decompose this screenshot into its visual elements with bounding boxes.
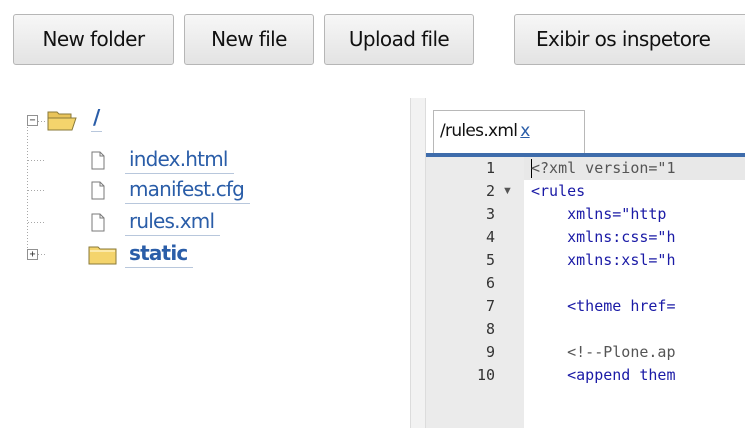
expand-static-plus-icon[interactable]: + [27,249,38,260]
code-text: <?xml version="1 [531,159,676,177]
tree-item-manifest-cfg[interactable]: manifest.cfg [125,177,251,204]
line-number: 5 [485,251,495,269]
new-folder-button[interactable]: New folder [13,14,174,65]
code-line[interactable]: 2 ▼ <rules [426,180,745,203]
code-line[interactable]: 1 <?xml version="1 [426,157,745,180]
line-number: 6 [485,274,495,292]
line-number: 3 [485,205,495,223]
code-line[interactable]: 9 <!--Plone.ap [426,341,745,364]
line-number: 7 [485,297,495,315]
new-file-button[interactable]: New file [184,14,314,65]
code-line[interactable]: 6 [426,272,745,295]
pane-splitter[interactable] [410,98,426,428]
code-text: <theme href= [531,297,676,315]
line-number: 10 [476,366,495,384]
tree-item-static[interactable]: static [125,241,194,268]
code-editor: /rules.xml x 1 <?xml version="1 2 ▼ <rule… [426,98,745,428]
tree-root-label[interactable]: / [91,105,103,132]
line-number: 8 [485,320,495,338]
code-line[interactable]: 3 xmlns="http [426,203,745,226]
collapse-root-minus-icon[interactable]: − [27,115,38,126]
fold-arrow-icon[interactable]: ▼ [502,180,513,203]
code-text: xmlns="http [531,205,667,223]
file-icon [91,213,105,232]
code-text: <!--Plone.ap [531,343,676,361]
tree-item-index-html[interactable]: index.html [125,147,234,174]
code-text: xmlns:css="h [531,228,676,246]
code-line[interactable]: 8 [426,318,745,341]
tab-close-icon[interactable]: x [520,121,530,141]
file-tree: − / index.html manifest.cfg rules.xml + … [0,98,410,428]
file-icon [91,151,105,170]
show-inspectors-button[interactable]: Exibir os inspetore [514,14,745,65]
code-line[interactable]: 4 xmlns:css="h [426,226,745,249]
code-text: xmlns:xsl="h [531,251,676,269]
line-number: 4 [485,228,495,246]
tree-item-rules-xml[interactable]: rules.xml [125,209,221,236]
toolbar: New folder New file Upload file Exibir o… [0,0,745,90]
code-text: <rules [531,182,586,200]
folder-icon [88,246,117,265]
tab-label: /rules.xml [440,121,518,141]
line-number: 9 [485,343,495,361]
code-line[interactable]: 7 <theme href= [426,295,745,318]
line-number: 2 [485,182,495,200]
folder-open-icon [47,111,77,131]
line-number: 1 [485,159,495,177]
code-line[interactable]: 10 <append them [426,364,745,387]
code-text: <append them [531,366,676,384]
file-icon [91,181,105,200]
code-line[interactable]: 5 xmlns:xsl="h [426,249,745,272]
upload-file-button[interactable]: Upload file [324,14,474,65]
tab-rules-xml[interactable]: /rules.xml x [433,110,585,154]
